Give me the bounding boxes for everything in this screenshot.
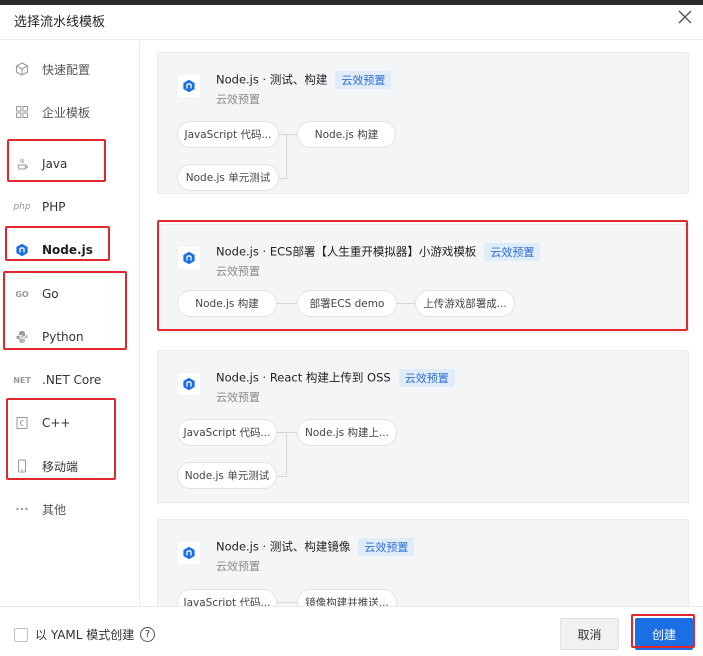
create-button[interactable]: 创建	[635, 618, 693, 650]
go-icon: GO	[15, 289, 29, 299]
sidebar-item-label: 其他	[42, 502, 67, 517]
preset-badge: 云效预置	[335, 71, 392, 89]
template-card-nodejs-react-oss[interactable]: Node.js · React 构建上传到 OSS 云效预置 云效预置 JavaS…	[157, 350, 689, 503]
more-dots-icon	[14, 501, 30, 517]
help-icon[interactable]: ?	[140, 627, 155, 642]
sidebar-item-other[interactable]: 其他	[0, 492, 140, 526]
sidebar-item-label: 企业模板	[42, 105, 91, 120]
sidebar-item-enterprise-template[interactable]: 企业模板	[0, 95, 140, 129]
java-cup-icon	[14, 156, 30, 172]
preset-badge: 云效预置	[484, 243, 541, 261]
mobile-phone-icon	[14, 458, 30, 474]
sidebar-item-cpp[interactable]: C++	[0, 406, 140, 440]
cube-icon	[14, 61, 30, 77]
nodejs-icon	[178, 373, 200, 395]
nodejs-icon	[14, 242, 30, 258]
sidebar-item-nodejs[interactable]: Node.js	[0, 233, 140, 267]
sidebar-item-label: 移动端	[42, 459, 79, 474]
pipeline-step: Node.js 构建	[297, 121, 396, 148]
template-list: Node.js · 测试、构建 云效预置 云效预置 JavaScript 代码..…	[141, 41, 703, 606]
template-card-nodejs-ecs-deploy[interactable]: Node.js · ECS部署【人生重开模拟器】小游戏模板 云效预置 云效预置 N…	[157, 224, 689, 333]
sidebar-item-php[interactable]: php PHP	[0, 190, 140, 224]
card-subtitle: 云效预置	[216, 560, 260, 573]
step-connector	[279, 178, 287, 179]
pipeline-step: 部署ECS demo	[297, 290, 397, 317]
yaml-mode-checkbox[interactable]	[14, 628, 28, 642]
preset-badge: 云效预置	[358, 538, 415, 556]
dialog-footer: 以 YAML 模式创建 ? 取消 创建	[0, 606, 703, 656]
step-connector	[277, 303, 297, 304]
step-connector	[277, 602, 297, 603]
php-icon: php	[13, 202, 31, 212]
dotnet-icon: NET	[13, 375, 31, 385]
card-title: Node.js · React 构建上传到 OSS 云效预置	[216, 369, 455, 387]
sidebar-item-label: C++	[42, 416, 71, 430]
nodejs-icon	[178, 247, 200, 269]
preset-badge: 云效预置	[398, 369, 455, 387]
card-subtitle: 云效预置	[216, 265, 260, 278]
pipeline-step: Node.js 单元测试	[177, 462, 277, 489]
pipeline-step: JavaScript 代码...	[177, 589, 277, 606]
dialog-title: 选择流水线模板	[14, 15, 106, 30]
pipeline-step: 上传游戏部署成...	[415, 290, 515, 317]
card-title: Node.js · ECS部署【人生重开模拟器】小游戏模板 云效预置	[216, 243, 541, 261]
grid-icon	[14, 104, 30, 120]
pipeline-step: 镜像构建并推送...	[297, 589, 397, 606]
sidebar-item-label: PHP	[42, 200, 66, 214]
step-connector	[277, 432, 297, 433]
pipeline-step: Node.js 构建	[177, 290, 277, 317]
card-title: Node.js · 测试、构建镜像 云效预置	[216, 538, 415, 556]
step-connector	[286, 134, 287, 178]
sidebar-item-label: .NET Core	[42, 373, 102, 387]
sidebar-item-mobile[interactable]: 移动端	[0, 449, 140, 483]
cancel-button[interactable]: 取消	[560, 618, 619, 650]
sidebar-item-label: Go	[42, 287, 59, 301]
cpp-icon	[14, 415, 30, 431]
sidebar-item-label: Java	[42, 157, 68, 171]
card-subtitle: 云效预置	[216, 93, 260, 106]
pipeline-step: Node.js 单元测试	[177, 164, 279, 191]
card-subtitle: 云效预置	[216, 391, 260, 404]
pipeline-step: JavaScript 代码...	[177, 121, 279, 148]
nodejs-icon	[178, 542, 200, 564]
template-card-nodejs-test-build-image[interactable]: Node.js · 测试、构建镜像 云效预置 云效预置 JavaScript 代码…	[157, 519, 689, 606]
python-icon	[14, 329, 30, 345]
nodejs-icon	[178, 75, 200, 97]
sidebar-item-python[interactable]: Python	[0, 320, 140, 354]
sidebar-item-quick-config[interactable]: 快速配置	[0, 52, 140, 86]
step-connector	[397, 303, 415, 304]
pipeline-step: JavaScript 代码...	[177, 419, 277, 446]
step-connector	[277, 476, 287, 477]
card-title: Node.js · 测试、构建 云效预置	[216, 71, 392, 89]
sidebar-item-go[interactable]: GO Go	[0, 277, 140, 311]
pipeline-step: Node.js 构建上...	[297, 419, 397, 446]
sidebar-item-label: 快速配置	[42, 62, 91, 77]
step-connector	[286, 432, 287, 476]
step-connector	[279, 134, 297, 135]
sidebar-item-label: Python	[42, 330, 84, 344]
yaml-mode-label[interactable]: 以 YAML 模式创建	[35, 626, 134, 643]
sidebar-item-label: Node.js	[42, 243, 93, 257]
close-icon[interactable]	[677, 9, 693, 25]
category-sidebar: 快速配置 企业模板 Java php PHP Node.js GO Go Pyt…	[0, 41, 140, 606]
sidebar-item-java[interactable]: Java	[0, 147, 140, 181]
dialog-header: 选择流水线模板	[0, 5, 703, 40]
sidebar-item-dotnet-core[interactable]: NET .NET Core	[0, 363, 140, 397]
template-dialog: 选择流水线模板 快速配置 企业模板 Java php PHP Node.js G…	[0, 5, 703, 656]
template-card-nodejs-test-build[interactable]: Node.js · 测试、构建 云效预置 云效预置 JavaScript 代码..…	[157, 52, 689, 194]
